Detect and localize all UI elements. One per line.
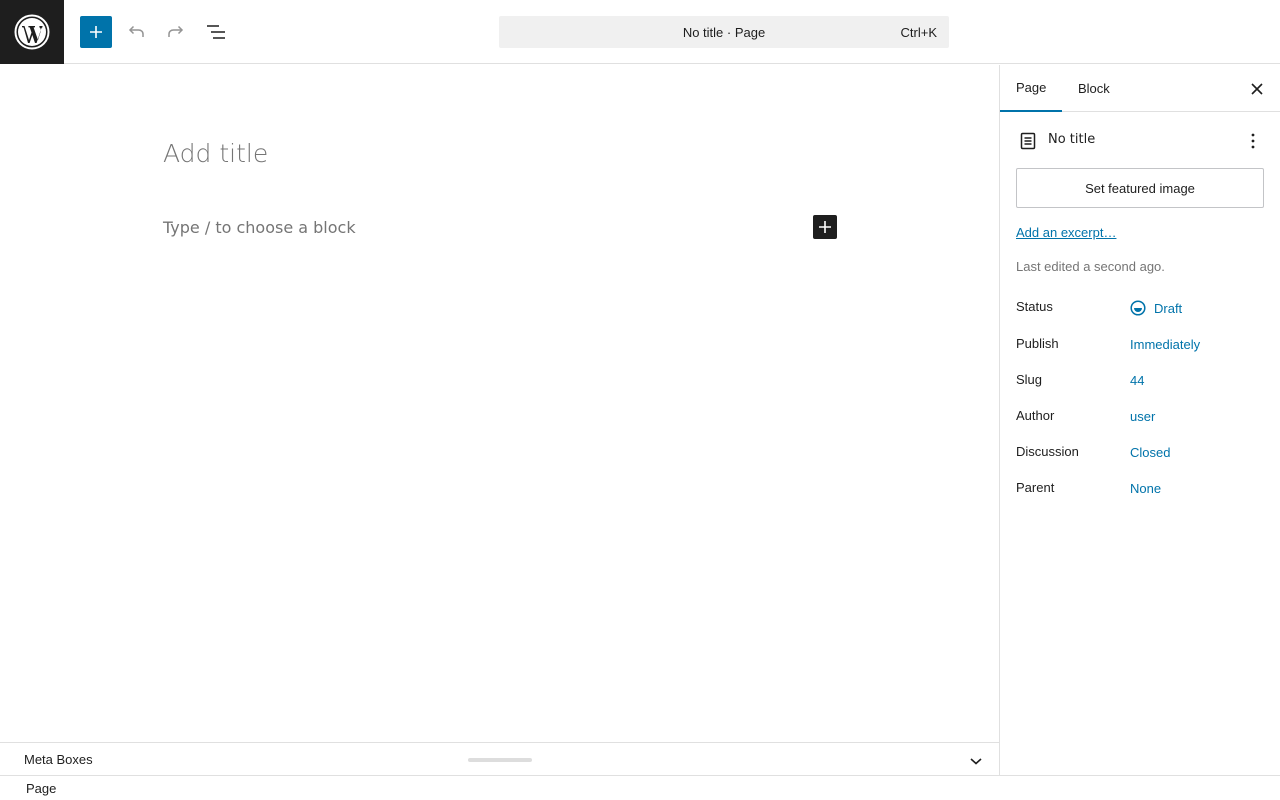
publish-value-button[interactable]: Immediately xyxy=(1130,337,1200,352)
redo-button[interactable] xyxy=(160,16,192,48)
status-value: Draft xyxy=(1154,300,1183,316)
editor-footer: Page xyxy=(0,775,1280,800)
tab-page[interactable]: Page xyxy=(1000,65,1062,112)
set-featured-image-button[interactable]: Set featured image xyxy=(1016,168,1264,208)
slug-value-button[interactable]: 44 xyxy=(1130,373,1144,388)
command-title: No title · Page xyxy=(682,24,766,40)
property-status: Status Draft xyxy=(1016,299,1265,319)
meta-boxes-toggle[interactable] xyxy=(966,751,986,771)
document-summary: No title xyxy=(1016,129,1265,153)
chevron-down-icon xyxy=(970,758,982,765)
property-slug: Slug 44 xyxy=(1016,372,1265,392)
status-value-button[interactable]: Draft xyxy=(1130,300,1182,316)
tab-block[interactable]: Block xyxy=(1062,65,1126,112)
editor-header: No title · Page Ctrl+K xyxy=(0,0,1280,64)
wordpress-logo-icon xyxy=(14,14,50,50)
page-icon xyxy=(1020,132,1036,150)
property-label: Slug xyxy=(1016,372,1043,387)
close-icon xyxy=(1251,83,1263,95)
sidebar-tabs: Page Block xyxy=(1000,65,1280,112)
draft-status-icon xyxy=(1130,300,1146,316)
resize-handle[interactable] xyxy=(468,758,532,762)
discussion-value-button[interactable]: Closed xyxy=(1130,445,1170,460)
document-actions-button[interactable] xyxy=(1241,129,1265,153)
property-label: Parent xyxy=(1016,480,1055,495)
document-title: No title xyxy=(1048,132,1096,147)
document-overview-button[interactable] xyxy=(200,16,232,48)
property-discussion: Discussion Closed xyxy=(1016,444,1265,464)
property-author: Author user xyxy=(1016,408,1265,428)
command-shortcut: Ctrl+K xyxy=(900,25,937,40)
property-label: Discussion xyxy=(1016,444,1079,459)
more-vertical-icon xyxy=(1251,133,1255,149)
close-sidebar-button[interactable] xyxy=(1245,77,1269,101)
property-label: Status xyxy=(1016,299,1053,314)
settings-sidebar: Page Block No title Set featured image A… xyxy=(999,65,1280,775)
plus-icon xyxy=(90,26,102,38)
command-palette-bar[interactable]: No title · Page Ctrl+K xyxy=(499,16,949,48)
add-block-button[interactable] xyxy=(80,16,112,48)
add-excerpt-link[interactable]: Add an excerpt… xyxy=(1016,225,1116,240)
breadcrumb[interactable]: Page xyxy=(26,781,56,796)
last-edited-text: Last edited a second ago. xyxy=(1016,259,1165,274)
author-value-button[interactable]: user xyxy=(1130,409,1155,424)
meta-boxes-label: Meta Boxes xyxy=(24,752,93,767)
block-inserter-button[interactable] xyxy=(813,215,837,239)
wordpress-logo[interactable] xyxy=(0,0,64,64)
post-title-input[interactable]: Add title xyxy=(163,139,268,168)
editor-canvas: Add title Type / to choose a block xyxy=(0,65,999,742)
document-overview-icon xyxy=(207,25,225,39)
undo-icon xyxy=(128,25,144,37)
undo-button[interactable] xyxy=(120,16,152,48)
default-block-appender[interactable]: Type / to choose a block xyxy=(163,218,356,237)
meta-boxes-panel: Meta Boxes xyxy=(0,742,999,775)
property-publish: Publish Immediately xyxy=(1016,336,1265,356)
property-label: Publish xyxy=(1016,336,1059,351)
redo-icon xyxy=(168,25,184,37)
property-parent: Parent None xyxy=(1016,480,1265,500)
plus-icon xyxy=(819,221,831,233)
parent-value-button[interactable]: None xyxy=(1130,481,1161,496)
property-label: Author xyxy=(1016,408,1055,423)
